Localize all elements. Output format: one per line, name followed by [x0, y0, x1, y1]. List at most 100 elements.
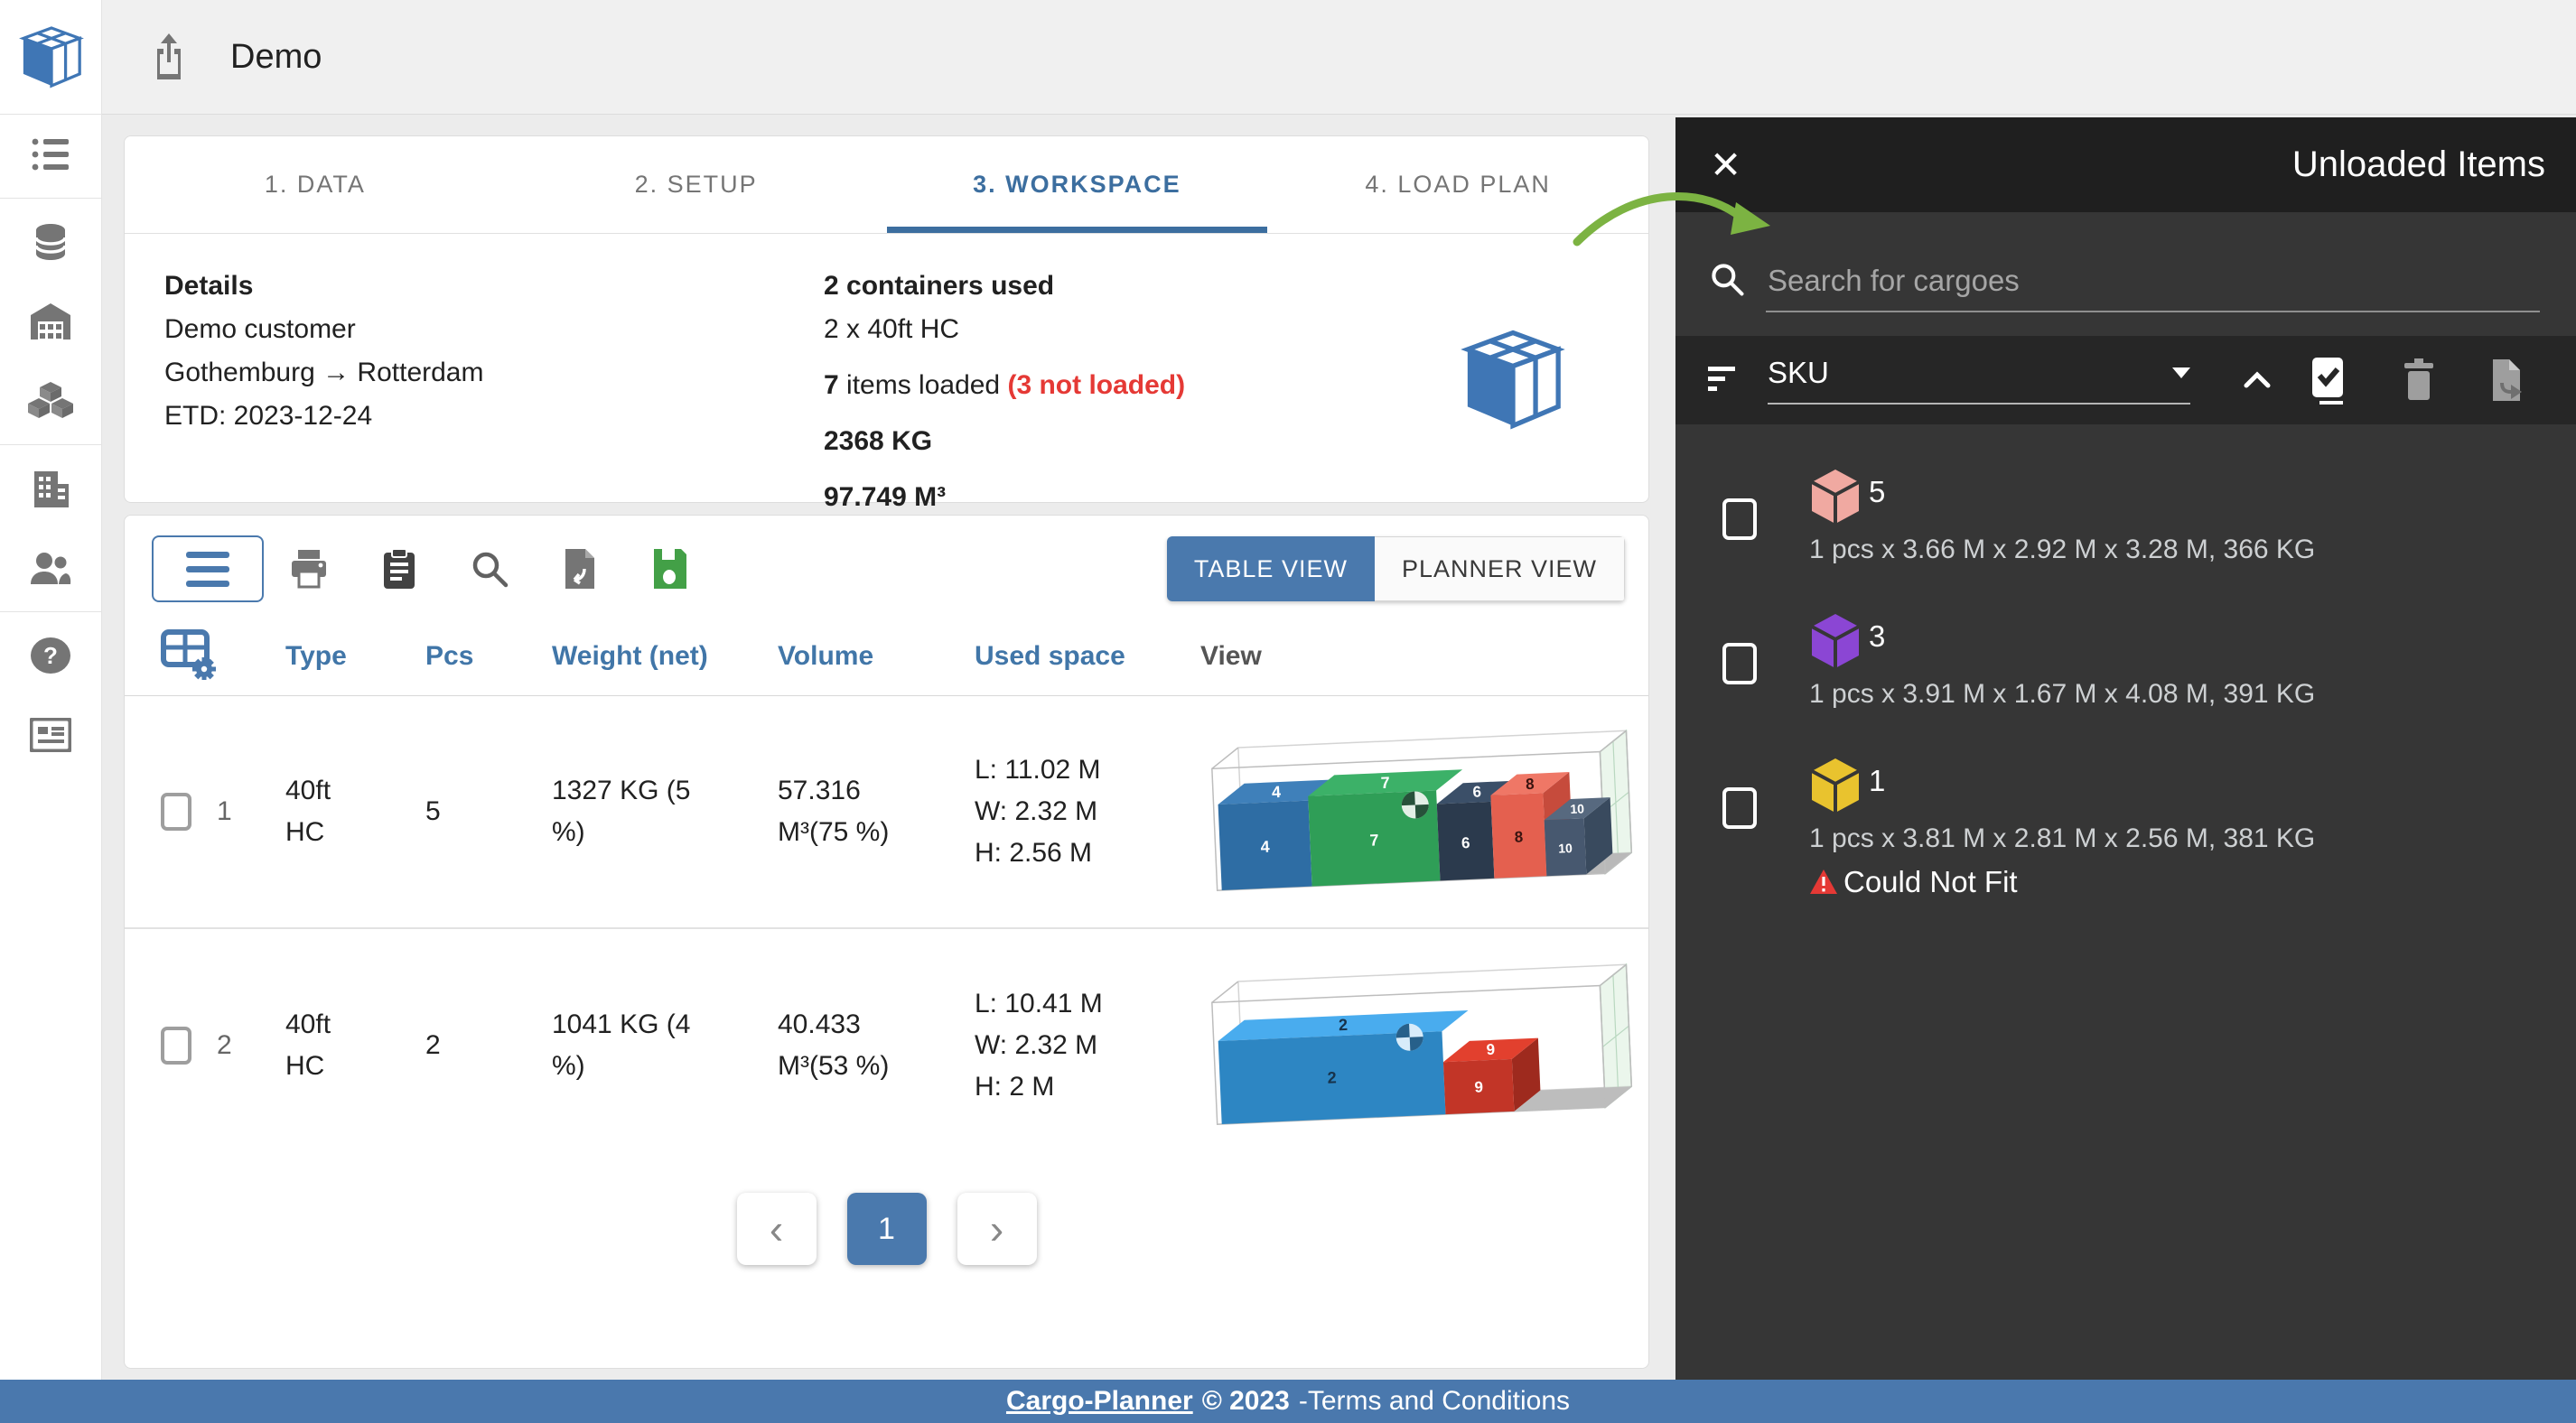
- cargo-list-item[interactable]: 5 1 pcs x 3.66 M x 2.92 M x 3.28 M, 366 …: [1675, 444, 2576, 589]
- cargo-box-icon: [1811, 614, 1860, 668]
- print-button[interactable]: [264, 535, 354, 602]
- sidebar-item-users[interactable]: [0, 528, 102, 608]
- select-all-icon: [2312, 358, 2343, 405]
- tab-data[interactable]: 1. DATA: [125, 136, 506, 233]
- panel-header: ✕ Unloaded Items: [1675, 117, 2576, 212]
- footer-copyright: © 2023: [1201, 1386, 1290, 1416]
- export-items-button[interactable]: [2489, 358, 2525, 403]
- svg-text:8: 8: [1526, 775, 1535, 792]
- page-title: Demo: [230, 37, 322, 76]
- col-pcs[interactable]: Pcs: [425, 641, 552, 672]
- container-3d-view[interactable]: 4 4 7 7 6 6 8 8 10 10: [1200, 714, 1652, 910]
- cargo-checkbox[interactable]: [1722, 643, 1757, 684]
- row-index: 1: [217, 796, 232, 826]
- sidebar-item-data[interactable]: [0, 202, 102, 282]
- cargo-checkbox[interactable]: [1722, 787, 1757, 829]
- column-settings-button[interactable]: [161, 628, 285, 684]
- app-logo[interactable]: [0, 0, 102, 115]
- prev-page-button[interactable]: ‹: [736, 1193, 817, 1265]
- row-checkbox[interactable]: [161, 1027, 191, 1065]
- hamburger-icon: [186, 551, 229, 558]
- chevron-down-icon: [2172, 367, 2190, 378]
- share-button[interactable]: [145, 32, 192, 82]
- items-loaded: 7 items loaded (3 not loaded): [824, 370, 1186, 400]
- delete-button[interactable]: [2401, 358, 2437, 402]
- table-row: 2 40ft HC 2 1041 KG (4 %) 40.433 M³(53 %…: [125, 929, 1648, 1162]
- cargo-list-item[interactable]: 3 1 pcs x 3.91 M x 1.67 M x 4.08 M, 391 …: [1675, 589, 2576, 733]
- hint-arrow-to-unloaded-panel: [1573, 191, 1770, 246]
- users-icon: [31, 553, 71, 584]
- sort-icon[interactable]: [1708, 365, 1744, 395]
- row-index: 2: [217, 1030, 232, 1060]
- sidebar-item-cargoes[interactable]: [0, 361, 102, 441]
- cargo-search: [1675, 212, 2576, 336]
- cargo-description: 1 pcs x 3.81 M x 2.81 M x 2.56 M, 381 KG: [1809, 823, 2316, 853]
- sidebar-item-help[interactable]: ?: [0, 616, 102, 695]
- planner-view-button[interactable]: PLANNER VIEW: [1374, 536, 1625, 601]
- total-weight: 2368 KG: [824, 426, 933, 456]
- view-toggle: TABLE VIEW PLANNER VIEW: [1166, 536, 1625, 601]
- row-checkbox[interactable]: [161, 793, 191, 831]
- sidebar-item-loadlists[interactable]: [0, 115, 102, 194]
- svg-text:6: 6: [1472, 783, 1481, 800]
- gear-icon: [192, 657, 216, 681]
- building-icon: [34, 471, 69, 507]
- sort-field-select[interactable]: SKU: [1768, 356, 2190, 405]
- next-page-button[interactable]: ›: [957, 1193, 1037, 1265]
- svg-text:10: 10: [1570, 801, 1584, 816]
- col-used-space[interactable]: Used space: [975, 641, 1200, 672]
- cargo-checkbox[interactable]: [1722, 498, 1757, 540]
- cargo-boxes-icon: [28, 382, 73, 418]
- cell-used-space: L: 11.02 M W: 2.32 M H: 2.56 M: [975, 755, 1101, 868]
- workspace-card: 1. DATA 2. SETUP 3. WORKSPACE 4. LOAD PL…: [124, 135, 1649, 512]
- export-file-button[interactable]: [535, 535, 625, 602]
- container-3d-view[interactable]: 2 2 9 9: [1200, 948, 1652, 1144]
- footer-brand-link[interactable]: Cargo-Planner: [1006, 1386, 1193, 1417]
- container-set-thumbnail[interactable]: [1453, 324, 1573, 439]
- tab-setup[interactable]: 2. SETUP: [506, 136, 887, 233]
- page-1-button[interactable]: 1: [846, 1193, 927, 1265]
- warning-icon: [1810, 870, 1837, 894]
- col-volume[interactable]: Volume: [778, 641, 975, 672]
- search-table-button[interactable]: [444, 535, 535, 602]
- svg-text:8: 8: [1514, 828, 1523, 845]
- help-icon: ?: [31, 637, 70, 674]
- file-export-icon: [565, 549, 594, 589]
- trash-icon: [2404, 358, 2433, 400]
- sidebar-item-company[interactable]: [0, 449, 102, 528]
- select-all-button[interactable]: [2310, 356, 2348, 405]
- tab-workspace[interactable]: 3. WORKSPACE: [886, 136, 1268, 233]
- clipboard-icon: [384, 548, 415, 589]
- menu-list-icon: [32, 138, 69, 171]
- footer-terms-link[interactable]: -Terms and Conditions: [1299, 1386, 1570, 1417]
- svg-text:?: ?: [43, 642, 58, 669]
- col-view: View: [1200, 640, 1262, 671]
- sidebar-divider: [0, 198, 102, 199]
- col-weight[interactable]: Weight (net): [552, 641, 778, 672]
- container-type: 2 x 40ft HC: [824, 314, 960, 344]
- sidebar-divider: [0, 611, 102, 612]
- sidebar-item-news[interactable]: [0, 695, 102, 775]
- copy-to-clipboard-button[interactable]: [354, 535, 444, 602]
- cell-pcs: 5: [425, 796, 441, 826]
- save-floppy-icon: [654, 549, 686, 589]
- share-icon: [157, 33, 181, 79]
- svg-text:6: 6: [1461, 833, 1470, 851]
- svg-text:9: 9: [1474, 1078, 1483, 1095]
- not-loaded-warning: (3 not loaded): [1007, 370, 1186, 400]
- table-settings-icon: [161, 629, 216, 681]
- unloaded-items-list: 5 1 pcs x 3.66 M x 2.92 M x 3.28 M, 366 …: [1675, 424, 2576, 923]
- sort-ascending-icon[interactable]: [2243, 371, 2272, 389]
- details-section: Details Demo customer Gothemburg → Rotte…: [125, 234, 1648, 519]
- details-heading: Details: [164, 271, 254, 301]
- svg-text:9: 9: [1486, 1040, 1495, 1057]
- row-options-button[interactable]: [152, 535, 264, 602]
- cargo-list-item[interactable]: 1 1 pcs x 3.81 M x 2.81 M x 2.56 M, 381 …: [1675, 733, 2576, 923]
- save-button[interactable]: [625, 535, 715, 602]
- svg-text:2: 2: [1327, 1068, 1337, 1086]
- search-input[interactable]: [1766, 255, 2540, 312]
- sidebar-item-warehouse[interactable]: [0, 282, 102, 361]
- cargo-planner-logo-icon: [18, 26, 84, 88]
- table-view-button[interactable]: TABLE VIEW: [1166, 536, 1375, 601]
- col-type[interactable]: Type: [285, 641, 425, 672]
